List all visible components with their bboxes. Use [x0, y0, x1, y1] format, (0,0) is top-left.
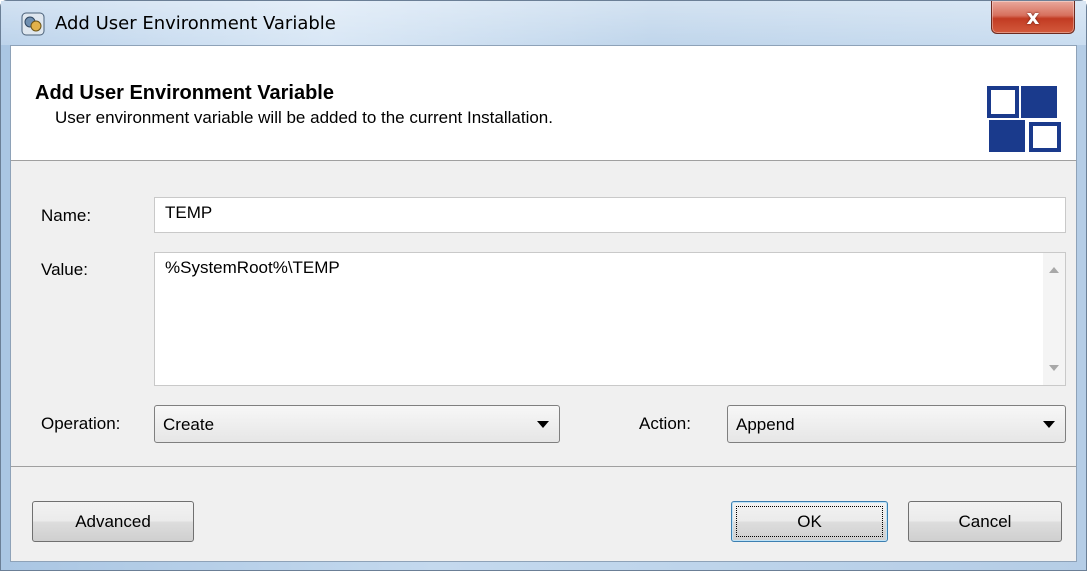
value-label: Value: — [41, 260, 88, 279]
chevron-down-icon — [537, 421, 549, 428]
action-selected: Append — [736, 415, 795, 434]
chevron-down-icon — [1043, 421, 1055, 428]
close-button[interactable]: x — [991, 1, 1075, 34]
app-icon — [21, 12, 45, 36]
advanced-button[interactable]: Advanced — [32, 501, 194, 542]
title-bar[interactable]: Add User Environment Variable x — [1, 1, 1086, 45]
dialog-header: Add User Environment Variable User envir… — [11, 46, 1076, 161]
value-textarea[interactable]: %SystemRoot%\TEMP — [154, 252, 1066, 386]
value-scrollbar[interactable] — [1043, 253, 1065, 385]
ok-button[interactable]: OK — [731, 501, 888, 542]
operation-selected: Create — [163, 415, 215, 434]
focus-rectangle — [736, 506, 883, 537]
name-input[interactable]: TEMP — [154, 197, 1066, 233]
footer-divider — [11, 466, 1076, 467]
window-title: Add User Environment Variable — [55, 13, 336, 34]
action-label: Action: — [639, 414, 691, 433]
cancel-button-label: Cancel — [958, 511, 1012, 531]
value-text: %SystemRoot%\TEMP — [165, 258, 340, 277]
header-title: Add User Environment Variable — [35, 82, 334, 104]
operation-select[interactable]: Create — [154, 405, 560, 443]
scroll-down-icon[interactable] — [1049, 365, 1059, 371]
blocks-logo-icon — [987, 86, 1061, 152]
dialog-window: Add User Environment Variable x Add User… — [0, 0, 1087, 571]
scroll-up-icon[interactable] — [1049, 267, 1059, 273]
header-subtitle: User environment variable will be added … — [55, 108, 553, 127]
operation-label: Operation: — [41, 414, 121, 433]
close-icon: x — [1026, 5, 1040, 29]
action-select[interactable]: Append — [727, 405, 1066, 443]
advanced-button-label: Advanced — [75, 511, 151, 531]
name-label: Name: — [41, 206, 92, 225]
cancel-button[interactable]: Cancel — [908, 501, 1062, 542]
dialog-body: Add User Environment Variable User envir… — [10, 45, 1077, 562]
